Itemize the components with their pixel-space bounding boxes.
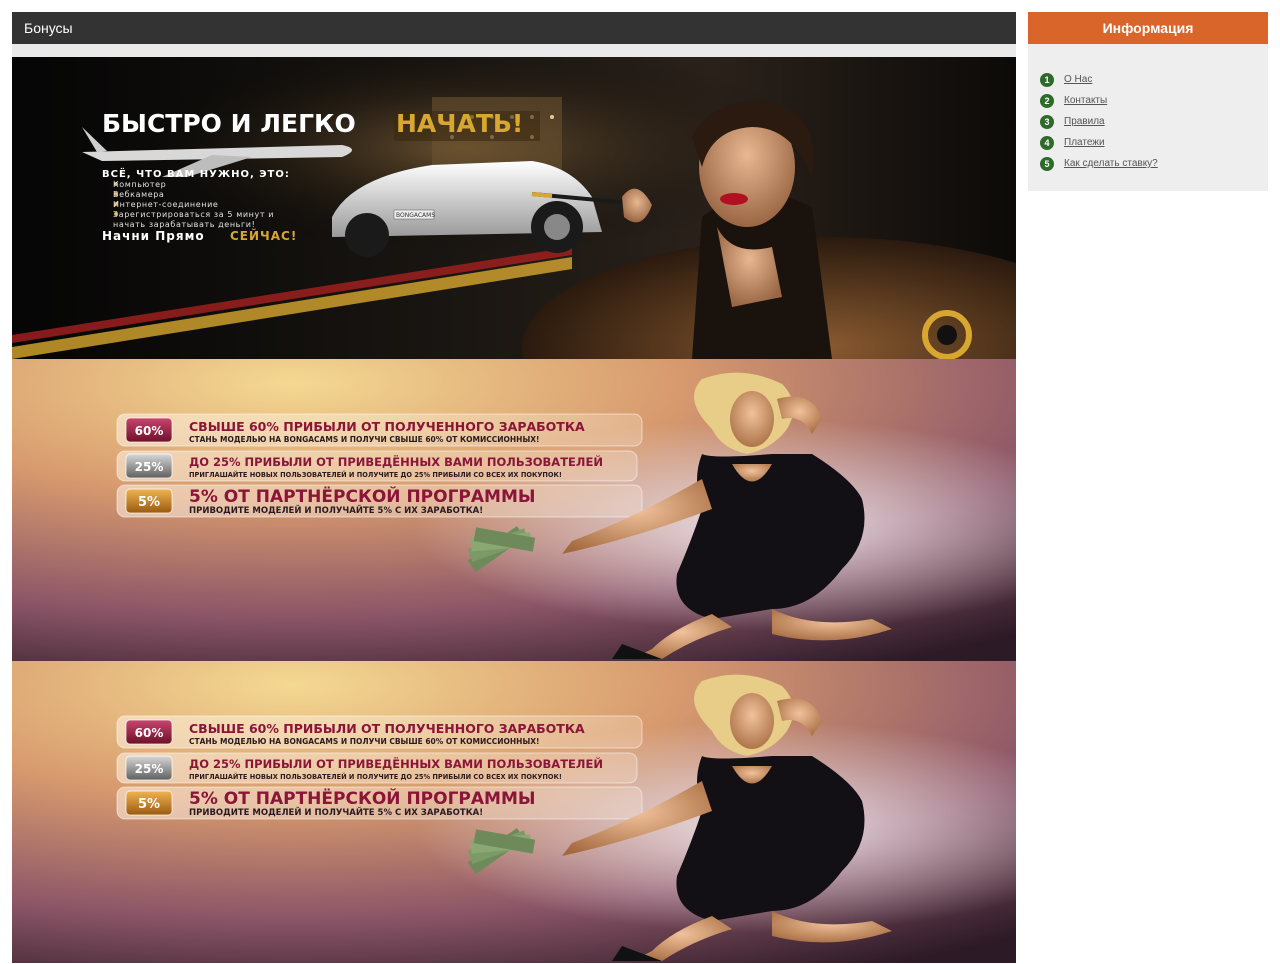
offer-subtitle: ПРИГЛАШАЙТЕ НОВЫХ ПОЛЬЗОВАТЕЛЕЙ И ПОЛУЧИ… [189, 470, 562, 479]
info-link-item: 5 Как сделать ставку? [1040, 153, 1268, 174]
banner-start-easily[interactable]: BONGACAMS БЫСТРО И ЛЕГКО НАЧАТЬ! ВСЁ, ЧТ… [12, 57, 1016, 359]
needs-item: Интернет-соединение [113, 200, 218, 209]
offer-subtitle: СТАНЬ МОДЕЛЬЮ НА BONGACAMS И ПОЛУЧИ СВЫШ… [189, 435, 539, 444]
banner-headline: БЫСТРО И ЛЕГКО [102, 109, 356, 138]
needs-item: Зарегистрироваться за 5 минут и [113, 210, 274, 219]
offer-title: СВЫШЕ 60% ПРИБЫЛИ ОТ ПОЛУЧЕННОГО ЗАРАБОТ… [189, 419, 585, 434]
banner-offers[interactable]: 60% 25% 5% СВЫШЕ 60% ПРИБЫЛИ ОТ ПОЛУЧЕНН… [12, 359, 1016, 661]
offer-badge: 5% [138, 797, 160, 812]
info-link-item: 1 О Нас [1040, 69, 1268, 90]
offer-badge: 25% [135, 460, 164, 474]
offer-title: ДО 25% ПРИБЫЛИ ОТ ПРИВЕДЁННЫХ ВАМИ ПОЛЬЗ… [189, 454, 603, 469]
offer-badge: 60% [135, 726, 164, 740]
info-link-item: 4 Платежи [1040, 132, 1268, 153]
link-rules[interactable]: Правила [1064, 116, 1105, 127]
link-about[interactable]: О Нас [1064, 74, 1092, 85]
section-title: Бонусы [12, 12, 1016, 44]
offer-title: СВЫШЕ 60% ПРИБЫЛИ ОТ ПОЛУЧЕННОГО ЗАРАБОТ… [189, 721, 585, 736]
offer-subtitle: ПРИВОДИТЕ МОДЕЛЕЙ И ПОЛУЧАЙТЕ 5% С ИХ ЗА… [189, 806, 483, 818]
list-number-badge: 3 [1040, 114, 1054, 129]
link-payments[interactable]: Платежи [1064, 137, 1105, 148]
info-link-item: 3 Правила [1040, 111, 1268, 132]
info-link-item: 2 Контакты [1040, 90, 1268, 111]
offer-subtitle: ПРИВОДИТЕ МОДЕЛЕЙ И ПОЛУЧАЙТЕ 5% С ИХ ЗА… [189, 504, 483, 516]
needs-item: начать зарабатывать деньги! [113, 220, 255, 229]
list-number-badge: 1 [1040, 72, 1054, 87]
sidebar-title: Информация [1028, 12, 1268, 44]
needs-item: Вебкамера [113, 190, 164, 199]
list-number-badge: 2 [1040, 93, 1054, 108]
link-contacts[interactable]: Контакты [1064, 95, 1107, 106]
needs-title: ВСЁ, ЧТО ВАМ НУЖНО, ЭТО: [102, 166, 290, 180]
info-links-list: 1 О Нас 2 Контакты 3 Правила 4 Платежи 5… [1028, 44, 1268, 174]
offer-subtitle: ПРИГЛАШАЙТЕ НОВЫХ ПОЛЬЗОВАТЕЛЕЙ И ПОЛУЧИ… [189, 772, 562, 781]
main-column: Бонусы [12, 12, 1016, 57]
cta-text: Начни Прямо [102, 229, 205, 243]
banner-offers[interactable]: 60% 25% 5% СВЫШЕ 60% ПРИБЫЛИ ОТ ПОЛУЧЕНН… [12, 661, 1016, 963]
banner-headline-accent: НАЧАТЬ! [396, 109, 523, 138]
cta-accent: СЕЙЧАС! [230, 228, 297, 243]
list-number-badge: 4 [1040, 135, 1054, 150]
offer-title: 5% ОТ ПАРТНЁРСКОЙ ПРОГРАММЫ [189, 485, 536, 507]
needs-item: Компьютер [113, 180, 166, 189]
offer-badge: 60% [135, 424, 164, 438]
offer-subtitle: СТАНЬ МОДЕЛЬЮ НА BONGACAMS И ПОЛУЧИ СВЫШ… [189, 737, 539, 746]
info-sidebar: Информация 1 О Нас 2 Контакты 3 Правила … [1028, 12, 1268, 191]
car-plate-text: BONGACAMS [396, 212, 435, 219]
offer-badge: 25% [135, 762, 164, 776]
link-how-to-bet[interactable]: Как сделать ставку? [1064, 158, 1158, 169]
offer-title: 5% ОТ ПАРТНЁРСКОЙ ПРОГРАММЫ [189, 787, 536, 809]
header-divider [12, 44, 1016, 57]
offer-title: ДО 25% ПРИБЫЛИ ОТ ПРИВЕДЁННЫХ ВАМИ ПОЛЬЗ… [189, 756, 603, 771]
offer-badge: 5% [138, 495, 160, 510]
list-number-badge: 5 [1040, 156, 1054, 171]
